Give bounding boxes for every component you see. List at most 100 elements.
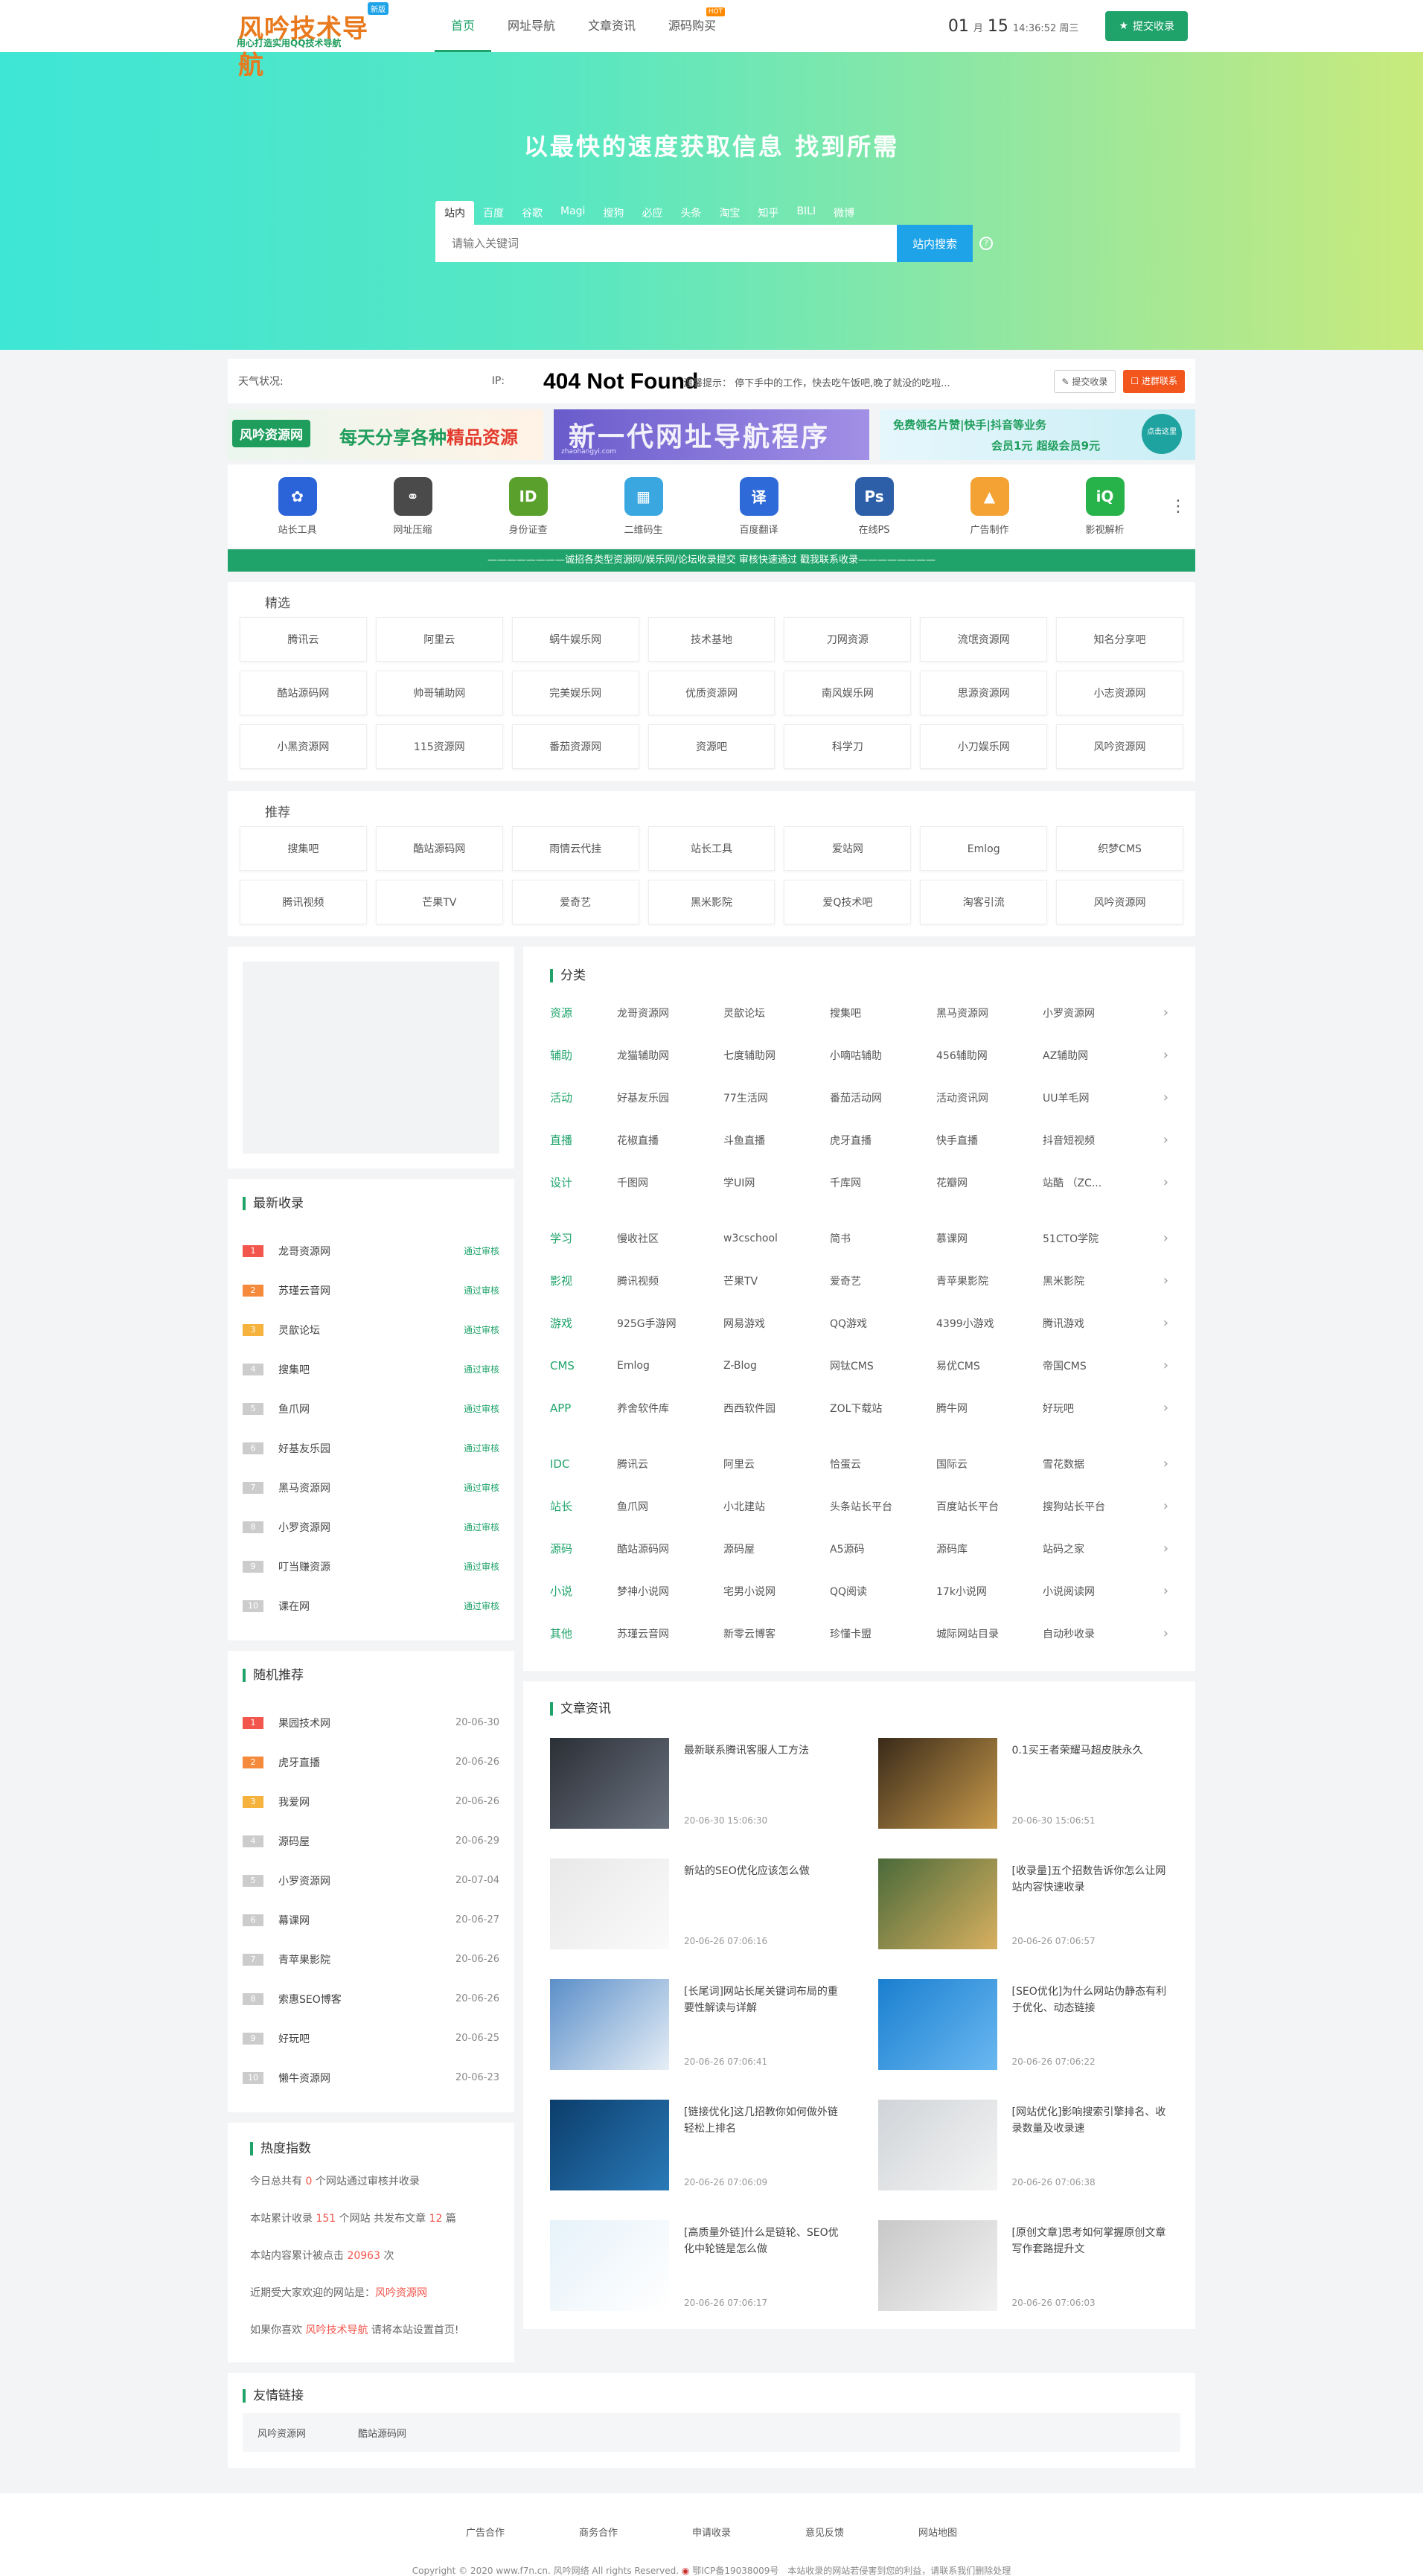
- link-tile[interactable]: 帅哥辅助网: [375, 671, 503, 715]
- category-link[interactable]: 帝国CMS: [1043, 1358, 1149, 1373]
- link-tile[interactable]: 黑米影院: [647, 880, 776, 924]
- list-item[interactable]: 8 索惠SEO博客 20-06-26: [243, 1979, 499, 2019]
- article-title[interactable]: [链接优化]这几招教你如何做外链轻松上排名: [684, 2104, 841, 2137]
- category-link[interactable]: 七度辅助网: [723, 1048, 830, 1063]
- article-item[interactable]: 0.1买王者荣耀马超皮肤永久 20-06-30 15:06:51: [877, 1738, 1169, 1829]
- search-input[interactable]: [435, 225, 897, 262]
- friend-link[interactable]: 酷站源码网: [358, 2426, 406, 2440]
- notice-bar[interactable]: ————————诚招各类型资源网/娱乐网/论坛收录提交 审核快速通过 戳我联系收…: [228, 549, 1195, 572]
- link-tile[interactable]: 风吟资源网: [1056, 724, 1183, 769]
- list-item[interactable]: 1 龙哥资源网 通过审核: [243, 1231, 499, 1271]
- article-item[interactable]: [高质量外链]什么是链轮、SEO优化中轮链是怎么做 20-06-26 07:06:…: [550, 2220, 841, 2311]
- chevron-right-icon[interactable]: ›: [1163, 1498, 1168, 1514]
- banner-likes[interactable]: 免费领名片赞|快手|抖音等业务 会员1元 超级会员9元 点击这里: [880, 409, 1195, 460]
- category-link[interactable]: 好玩吧: [1043, 1401, 1149, 1416]
- search-tab[interactable]: 淘宝: [710, 201, 749, 225]
- link-tile[interactable]: 番茄资源网: [511, 724, 639, 769]
- category-link[interactable]: 千库网: [830, 1175, 936, 1190]
- list-item[interactable]: 10 课在网 通过审核: [243, 1586, 499, 1626]
- search-tab[interactable]: 搜狗: [594, 201, 633, 225]
- search-button[interactable]: 站内搜索: [897, 225, 973, 262]
- article-title[interactable]: [原创文章]思考如何掌握原创文章写作套路提升文: [1012, 2225, 1169, 2257]
- list-item[interactable]: 6 幕课网 20-06-27: [243, 1900, 499, 1940]
- tool-item[interactable]: ▲ 广告制作: [932, 476, 1047, 536]
- category-link[interactable]: 456辅助网: [936, 1048, 1043, 1063]
- chevron-right-icon[interactable]: ›: [1163, 1230, 1168, 1246]
- category-link[interactable]: 国际云: [936, 1457, 1043, 1471]
- category-link[interactable]: 酷站源码网: [617, 1541, 723, 1556]
- article-thumbnail[interactable]: [550, 2100, 669, 2190]
- category-link[interactable]: 宅男小说网: [723, 1584, 830, 1599]
- chevron-right-icon[interactable]: ›: [1163, 1273, 1168, 1288]
- category-link[interactable]: 站码之家: [1043, 1541, 1149, 1556]
- article-title[interactable]: [收录量]五个招数告诉你怎么让网站内容快速收录: [1012, 1863, 1169, 1896]
- article-item[interactable]: 新站的SEO优化应该怎么做 20-06-26 07:06:16: [550, 1859, 841, 1949]
- category-link[interactable]: 西西软件园: [723, 1401, 830, 1416]
- link-tile[interactable]: Emlog: [920, 826, 1048, 871]
- link-tile[interactable]: 织梦CMS: [1056, 826, 1183, 871]
- category-link[interactable]: Emlog: [617, 1360, 723, 1372]
- article-thumbnail[interactable]: [550, 2220, 669, 2311]
- list-item[interactable]: 6 好基友乐园 通过审核: [243, 1428, 499, 1468]
- category-link[interactable]: 青苹果影院: [936, 1273, 1043, 1288]
- nav-source-shop[interactable]: 源码购买 HOT: [652, 0, 732, 52]
- article-item[interactable]: [原创文章]思考如何掌握原创文章写作套路提升文 20-06-26 07:06:03: [877, 2220, 1169, 2311]
- category-name[interactable]: CMS: [550, 1359, 617, 1372]
- link-tile[interactable]: 搜集吧: [240, 826, 367, 871]
- category-link[interactable]: 小罗资源网: [1043, 1006, 1149, 1020]
- chevron-right-icon[interactable]: ›: [1163, 1400, 1168, 1416]
- footer-link[interactable]: 商务合作: [579, 2525, 618, 2539]
- article-item[interactable]: [网站优化]影响搜索引擎排名、收录数量及收录速 20-06-26 07:06:38: [877, 2100, 1169, 2190]
- footer-link[interactable]: 网站地图: [918, 2525, 957, 2539]
- link-tile[interactable]: 站长工具: [647, 826, 776, 871]
- article-thumbnail[interactable]: [877, 2100, 997, 2190]
- category-name[interactable]: 站长: [550, 1498, 617, 1514]
- article-item[interactable]: [收录量]五个招数告诉你怎么让网站内容快速收录 20-06-26 07:06:57: [877, 1859, 1169, 1949]
- category-link[interactable]: w3cschool: [723, 1233, 830, 1244]
- link-tile[interactable]: 南风娱乐网: [784, 671, 912, 715]
- link-tile[interactable]: 阿里云: [375, 617, 503, 662]
- category-link[interactable]: 腾讯游戏: [1043, 1316, 1149, 1331]
- article-thumbnail[interactable]: [877, 1979, 997, 2070]
- footer-link[interactable]: 意见反馈: [805, 2525, 844, 2539]
- category-link[interactable]: 站酷 （ZC...: [1043, 1175, 1149, 1190]
- list-item[interactable]: 9 叮当赚资源 通过审核: [243, 1547, 499, 1586]
- link-tile[interactable]: 流氓资源网: [920, 617, 1048, 662]
- chevron-right-icon[interactable]: ›: [1163, 1358, 1168, 1373]
- link-tile[interactable]: 雨情云代挂: [511, 826, 639, 871]
- category-link[interactable]: 腾牛网: [936, 1401, 1043, 1416]
- category-link[interactable]: 芒果TV: [723, 1273, 830, 1288]
- category-name[interactable]: IDC: [550, 1457, 617, 1471]
- category-link[interactable]: 抖音短视频: [1043, 1133, 1149, 1148]
- article-item[interactable]: [链接优化]这几招教你如何做外链轻松上排名 20-06-26 07:06:09: [550, 2100, 841, 2190]
- category-link[interactable]: 龙猫辅助网: [617, 1048, 723, 1063]
- chevron-right-icon[interactable]: ›: [1163, 1583, 1168, 1599]
- category-link[interactable]: 鱼爪网: [617, 1499, 723, 1514]
- link-tile[interactable]: 刀网资源: [784, 617, 912, 662]
- category-link[interactable]: 小北建站: [723, 1499, 830, 1514]
- category-link[interactable]: 城际网站目录: [936, 1626, 1043, 1641]
- category-link[interactable]: 简书: [830, 1231, 936, 1246]
- article-title[interactable]: [长尾词]网站长尾关键词布局的重要性解读与详解: [684, 1984, 841, 2016]
- link-tile[interactable]: 酷站源码网: [240, 671, 367, 715]
- list-item[interactable]: 7 黑马资源网 通过审核: [243, 1468, 499, 1507]
- category-link[interactable]: 番茄活动网: [830, 1090, 936, 1105]
- link-tile[interactable]: 小志资源网: [1056, 671, 1183, 715]
- article-thumbnail[interactable]: [550, 1859, 669, 1949]
- category-link[interactable]: 头条站长平台: [830, 1499, 936, 1514]
- icp-number[interactable]: 鄂ICP备19038009号: [692, 2566, 778, 2576]
- category-name[interactable]: 游戏: [550, 1315, 617, 1331]
- link-tile[interactable]: 科学刀: [784, 724, 912, 769]
- category-link[interactable]: 花椒直播: [617, 1133, 723, 1148]
- link-tile[interactable]: 爱奇艺: [511, 880, 639, 924]
- category-name[interactable]: 学习: [550, 1230, 617, 1246]
- category-link[interactable]: 925G手游网: [617, 1316, 723, 1331]
- category-link[interactable]: Z-Blog: [723, 1360, 830, 1372]
- tool-item[interactable]: iQ 影视解析: [1047, 476, 1163, 536]
- category-link[interactable]: 珍懂卡盟: [830, 1626, 936, 1641]
- list-item[interactable]: 3 我爱网 20-06-26: [243, 1782, 499, 1821]
- category-link[interactable]: 学UI网: [723, 1175, 830, 1190]
- list-item[interactable]: 9 好玩吧 20-06-25: [243, 2019, 499, 2058]
- article-thumbnail[interactable]: [877, 1738, 997, 1829]
- category-link[interactable]: 慢收社区: [617, 1231, 723, 1246]
